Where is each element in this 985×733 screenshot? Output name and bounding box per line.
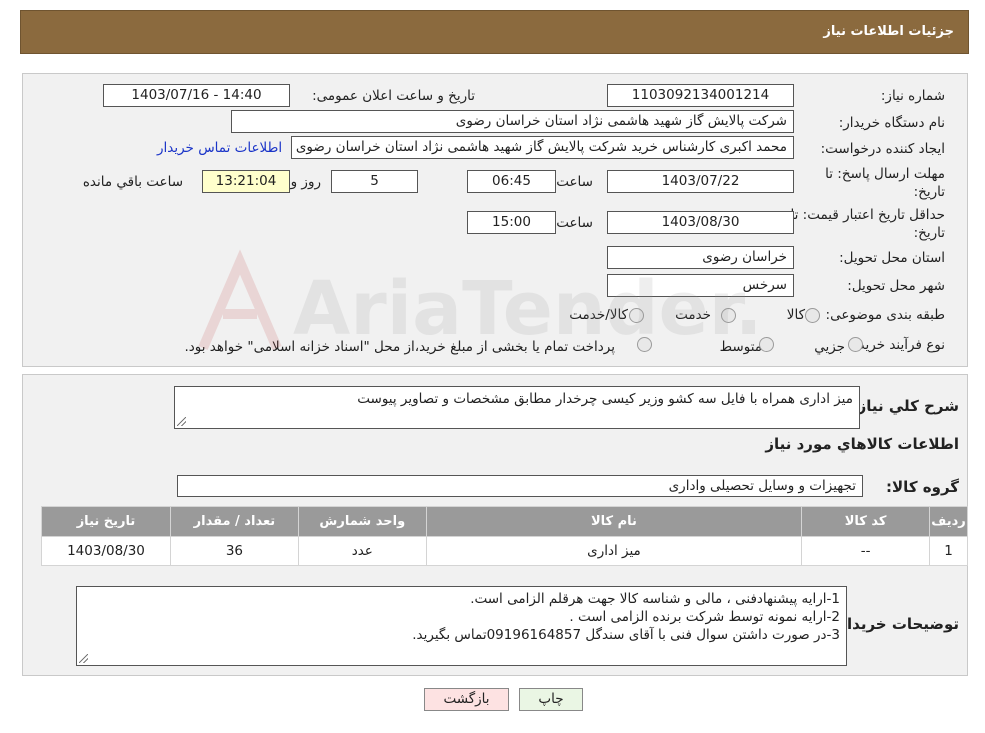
need-number-label: شماره نیاز: bbox=[880, 88, 945, 104]
announce-label: تاریخ و ساعت اعلان عمومی: bbox=[312, 88, 475, 104]
validity-label: حداقل تاریخ اعتبار قیمت: تا تاریخ: bbox=[790, 207, 945, 241]
buyer-note-line: 1-ارایه پیشنهادفنی ، مالی و شناسه کالا ج… bbox=[470, 591, 840, 607]
col-row: ردیف bbox=[929, 506, 968, 537]
city-field: سرخس bbox=[607, 274, 794, 297]
page-header: جزئیات اطلاعات نیاز bbox=[20, 10, 969, 54]
col-quantity: تعداد / مقدار bbox=[169, 506, 299, 537]
summary-textarea[interactable]: میز اداری همراه با فایل سه کشو وزیر کیسی… bbox=[174, 386, 860, 429]
goods-table: ردیف کد کالا نام کالا واحد شمارش تعداد /… bbox=[41, 506, 968, 566]
validity-time-label: ساعت bbox=[556, 215, 593, 231]
city-label: شهر محل تحویل: bbox=[847, 278, 945, 294]
cell-unit: عدد bbox=[297, 536, 427, 566]
need-number-field: 1103092134001214 bbox=[607, 84, 794, 107]
table-row: 1 -- میز اداری عدد 36 1403/08/30 bbox=[41, 536, 968, 566]
process-option-medium: متوسط bbox=[719, 339, 762, 355]
goods-table-header: ردیف کد کالا نام کالا واحد شمارش تعداد /… bbox=[41, 506, 968, 537]
days-label: روز و bbox=[290, 174, 321, 190]
cell-quantity: 36 bbox=[169, 536, 299, 566]
col-code: کد کالا bbox=[801, 506, 931, 537]
category-option-goods: کالا bbox=[786, 307, 805, 323]
validity-date-field: 1403/08/30 bbox=[607, 211, 794, 234]
creator-field: محمد اکبری کارشناس خرید شرکت پالایش گاز … bbox=[291, 136, 794, 159]
process-note: پرداخت تمام یا بخشی از مبلغ خرید،از محل … bbox=[184, 339, 615, 355]
province-field: خراسان رضوی bbox=[607, 246, 794, 269]
goods-group-label: گروه کالا: bbox=[886, 478, 959, 496]
remaining-label: ساعت باقي مانده bbox=[82, 174, 183, 190]
info-panel: شماره نیاز: 1103092134001214 تاریخ و ساع… bbox=[22, 73, 968, 367]
category-option-goods-service: کالا/خدمت bbox=[569, 307, 628, 323]
resize-grip-icon bbox=[177, 417, 186, 426]
cell-name: میز اداری bbox=[425, 536, 803, 566]
deadline-label: مهلت ارسال پاسخ: تا تاریخ: bbox=[825, 166, 945, 200]
col-name: نام کالا bbox=[425, 506, 803, 537]
col-unit: واحد شمارش bbox=[297, 506, 427, 537]
back-button[interactable]: بازگشت bbox=[424, 688, 509, 711]
summary-label: شرح كلي نياز: bbox=[851, 397, 959, 415]
buyer-note-line: 3-در صورت داشتن سوال فنی با آقای سندگل 0… bbox=[412, 627, 840, 643]
creator-label: ایجاد کننده درخواست: bbox=[820, 141, 945, 157]
cell-row: 1 bbox=[929, 536, 968, 566]
cell-code: -- bbox=[801, 536, 931, 566]
goods-section-title: اطلاعات کالاهاي مورد نياز bbox=[765, 435, 959, 453]
remaining-time-field: 13:21:04 bbox=[202, 170, 290, 193]
process-label: نوع فرآیند خرید : bbox=[849, 337, 945, 353]
page-title: جزئیات اطلاعات نیاز bbox=[823, 24, 954, 39]
buyer-org-label: نام دستگاه خریدار: bbox=[838, 115, 945, 131]
summary-text: میز اداری همراه با فایل سه کشو وزیر کیسی… bbox=[357, 391, 853, 407]
resize-grip-icon bbox=[79, 654, 88, 663]
goods-group-field: تجهیزات و وسایل تحصیلی واداری bbox=[177, 475, 863, 497]
print-button[interactable]: چاپ bbox=[519, 688, 583, 711]
province-label: استان محل تحویل: bbox=[839, 250, 945, 266]
category-radio-goods[interactable] bbox=[805, 308, 820, 323]
buyer-org-field: شرکت پالایش گاز شهید هاشمی نژاد استان خر… bbox=[231, 110, 794, 133]
cell-need-date: 1403/08/30 bbox=[41, 536, 171, 566]
category-radio-service[interactable] bbox=[721, 308, 736, 323]
deadline-time-field: 06:45 bbox=[467, 170, 556, 193]
category-label: طبقه بندی موضوعی: bbox=[825, 307, 945, 323]
deadline-date-field: 1403/07/22 bbox=[607, 170, 794, 193]
deadline-time-label: ساعت bbox=[556, 174, 593, 190]
process-option-minor: جزيي bbox=[814, 339, 845, 355]
buyer-notes-label: توضیحات خریدار: bbox=[832, 615, 959, 633]
buyer-notes-textarea[interactable]: 1-ارایه پیشنهادفنی ، مالی و شناسه کالا ج… bbox=[76, 586, 847, 666]
buyer-contact-link[interactable]: اطلاعات تماس خریدار bbox=[157, 140, 282, 156]
process-radio-medium[interactable] bbox=[759, 337, 774, 352]
validity-time-field: 15:00 bbox=[467, 211, 556, 234]
buyer-note-line: 2-ارایه نمونه توسط شرکت برنده الزامی است… bbox=[569, 609, 840, 625]
days-field: 5 bbox=[331, 170, 418, 193]
category-radio-goods-service[interactable] bbox=[629, 308, 644, 323]
process-treasury-checkbox[interactable] bbox=[637, 337, 652, 352]
col-need-date: تاریخ نیاز bbox=[41, 506, 171, 537]
category-option-service: خدمت bbox=[675, 307, 711, 323]
announce-field: 1403/07/16 - 14:40 bbox=[103, 84, 290, 107]
details-panel: شرح كلي نياز: میز اداری همراه با فایل سه… bbox=[22, 374, 968, 676]
process-radio-minor[interactable] bbox=[848, 337, 863, 352]
